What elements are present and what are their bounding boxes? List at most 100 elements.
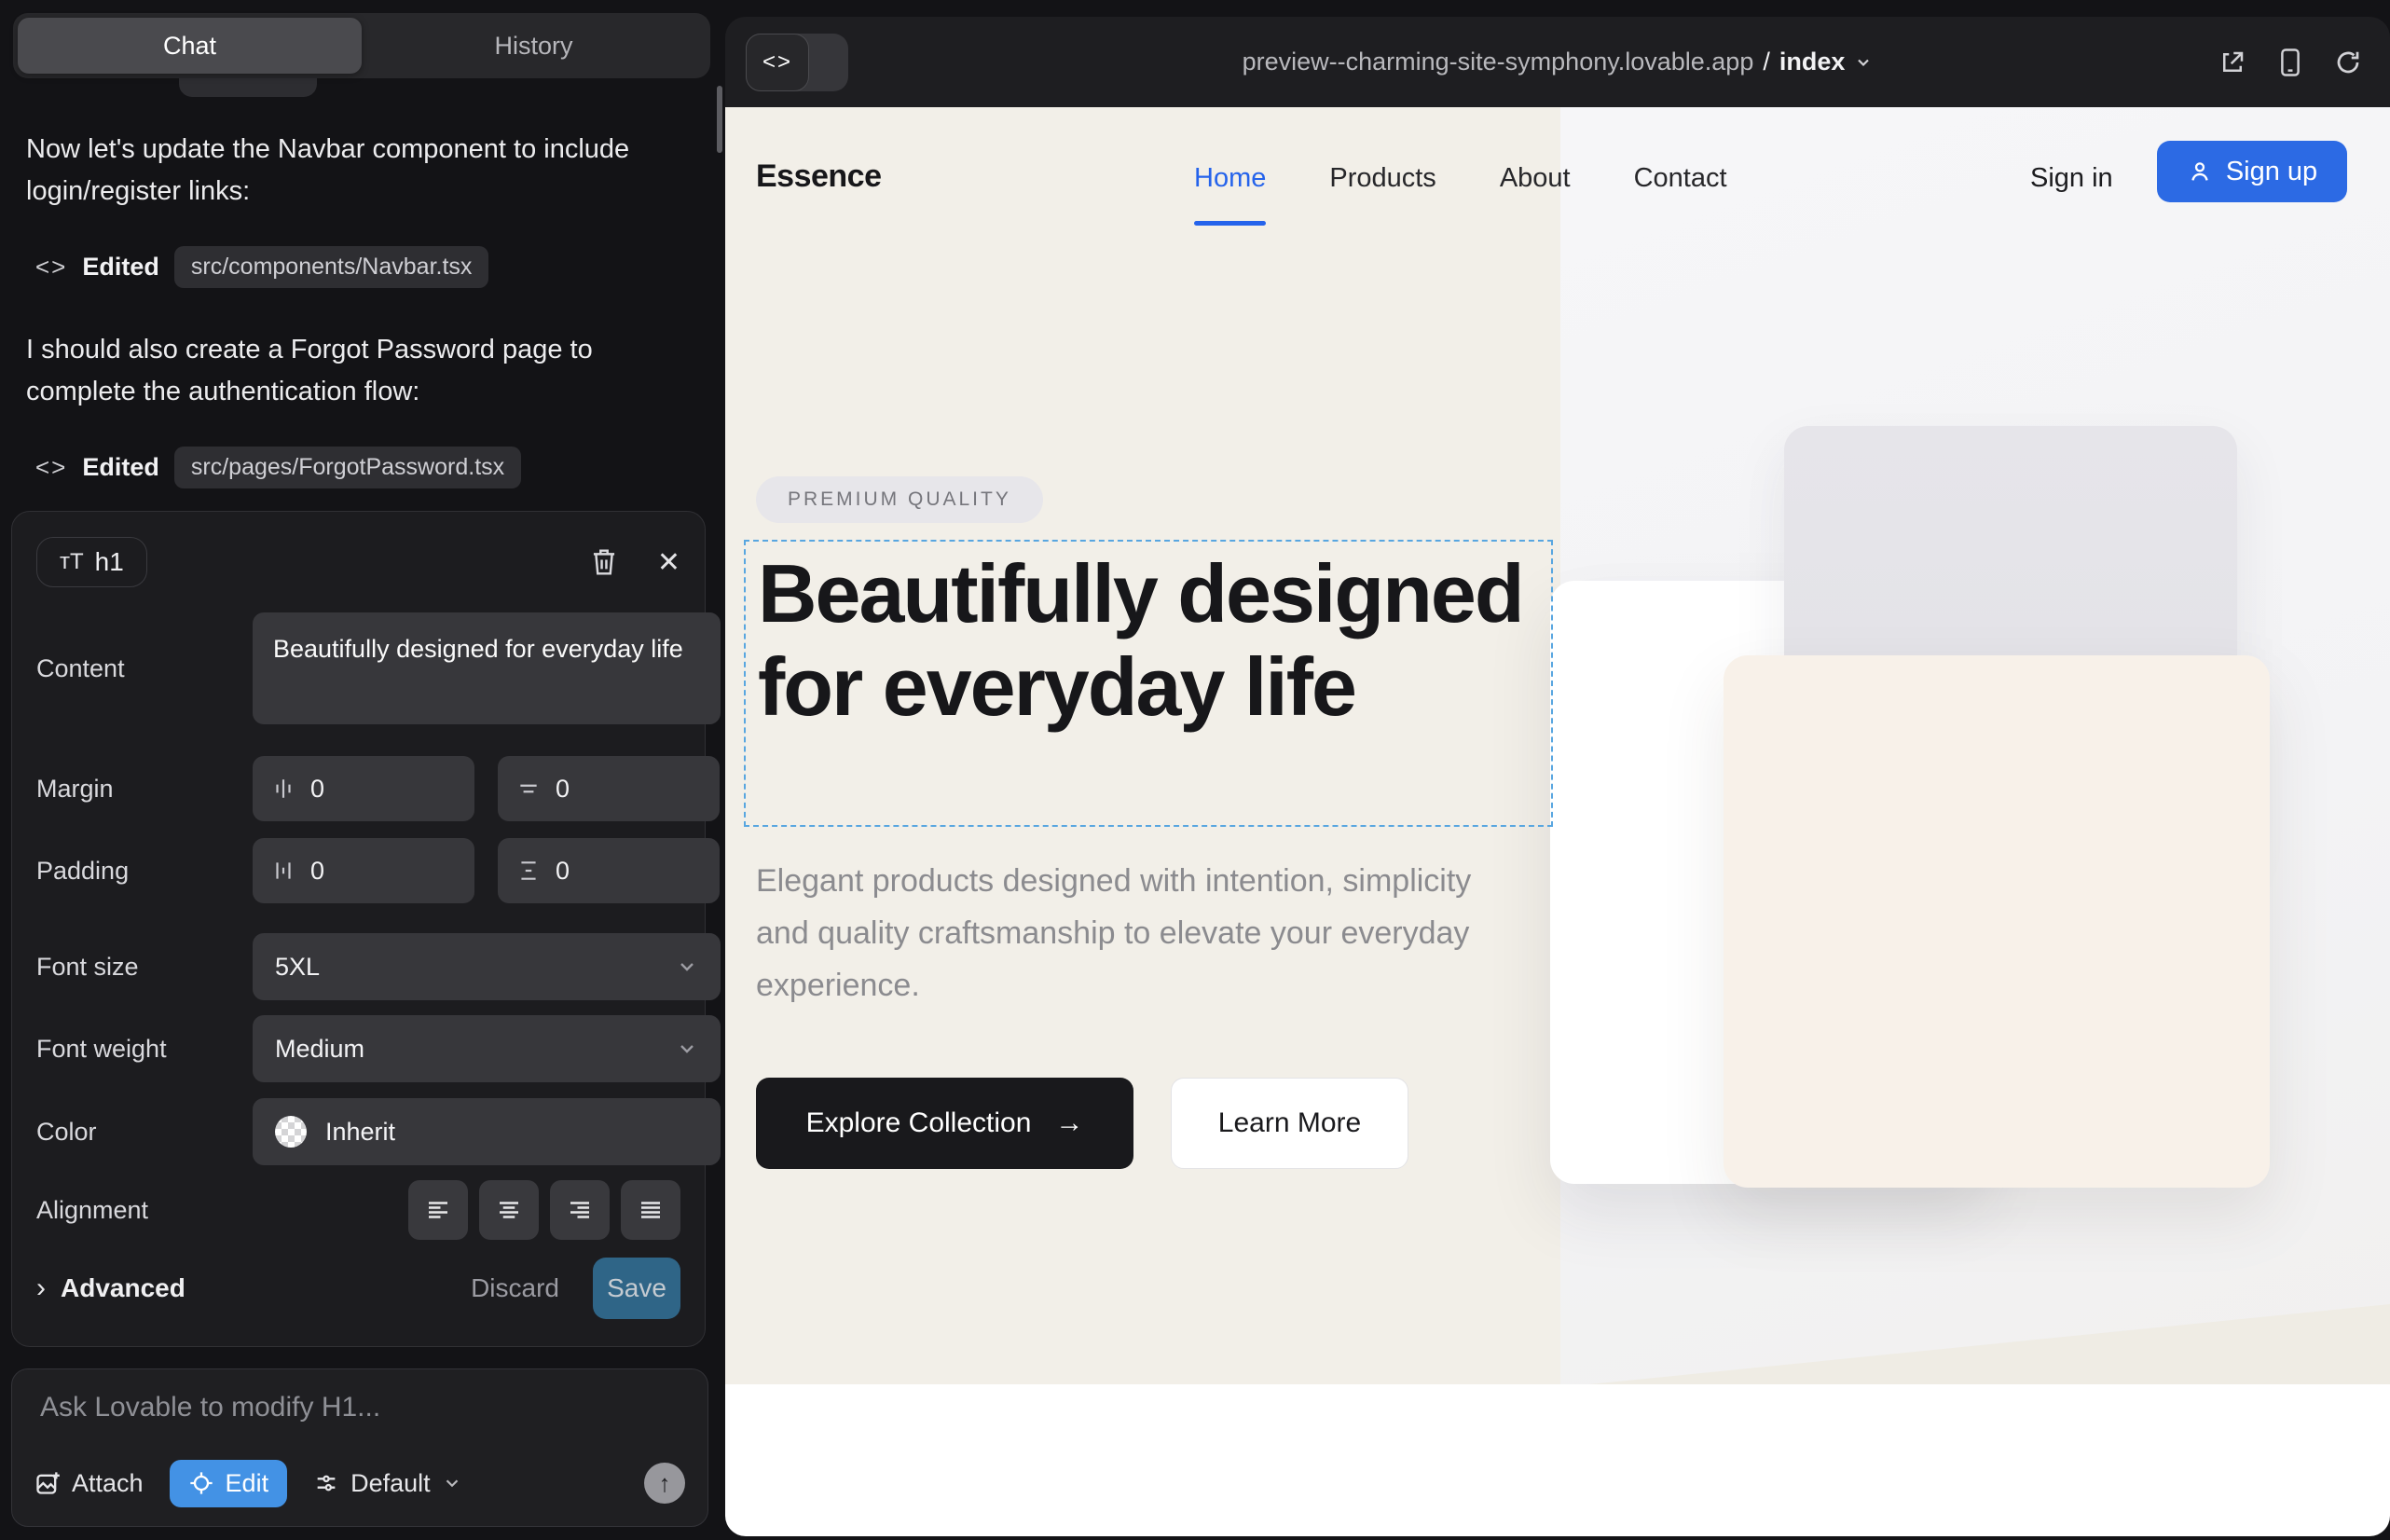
person-icon: [2187, 158, 2213, 185]
code-icon: <>: [35, 253, 67, 282]
browser-chrome: <> preview--charming-site-symphony.lovab…: [725, 17, 2390, 107]
padding-y-input[interactable]: 0: [498, 838, 720, 903]
padding-horizontal-icon: [271, 859, 295, 883]
editor-header: тT h1 ✕: [36, 532, 680, 592]
chat-composer: Attach Edit: [11, 1368, 708, 1527]
arrow-right-icon: →: [1055, 1107, 1083, 1139]
premium-quality-badge: PREMIUM QUALITY: [756, 476, 1043, 523]
edited-label: Edited: [82, 253, 159, 282]
open-external-button[interactable]: [2218, 48, 2246, 76]
hero-heading[interactable]: Beautifully designed for everyday life: [758, 547, 1541, 734]
align-center-button[interactable]: [479, 1180, 539, 1240]
align-left-icon: [424, 1196, 452, 1224]
arrow-up-icon: ↑: [659, 1469, 671, 1498]
composer-toolbar: Attach Edit: [34, 1457, 685, 1509]
lovable-app: Chat History Now let's update the Navbar…: [0, 0, 2390, 1540]
edit-mode-button[interactable]: Edit: [170, 1460, 288, 1507]
font-size-label: Font size: [36, 953, 139, 982]
content-label: Content: [36, 654, 125, 683]
edited-file-pill[interactable]: src/components/Navbar.tsx: [174, 246, 489, 288]
attach-button[interactable]: Attach: [34, 1469, 144, 1498]
nav-link-contact[interactable]: Contact: [1634, 163, 1727, 194]
close-icon: ✕: [657, 546, 680, 579]
h1-selection-outline[interactable]: Beautifully designed for everyday life: [744, 540, 1553, 827]
close-editor-button[interactable]: ✕: [657, 546, 680, 579]
save-button[interactable]: Save: [593, 1258, 680, 1319]
hero-paragraph: Elegant products designed with intention…: [756, 855, 1511, 1011]
chevron-down-icon: [442, 1473, 462, 1493]
edited-file-pill[interactable]: src/pages/ForgotPassword.tsx: [174, 447, 521, 488]
chevron-down-icon: [1854, 53, 1873, 72]
edited-file-row: <> Edited src/components/Navbar.tsx: [35, 246, 660, 288]
padding-x-input[interactable]: 0: [253, 838, 474, 903]
site-navbar: Essence Home Products About Contact Sign…: [725, 107, 2390, 247]
composer-input[interactable]: [40, 1392, 674, 1440]
refresh-icon: [2334, 48, 2362, 76]
color-label: Color: [36, 1118, 97, 1147]
content-input[interactable]: Beautifully designed for everyday life: [253, 612, 721, 724]
attach-image-icon: [34, 1470, 61, 1496]
send-button[interactable]: ↑: [644, 1463, 685, 1504]
sign-in-link[interactable]: Sign in: [2030, 163, 2113, 194]
margin-vertical-icon: [516, 777, 541, 801]
sliders-icon: [313, 1470, 339, 1496]
url-separator: /: [1763, 48, 1770, 76]
transparency-swatch-icon: [275, 1116, 307, 1148]
url-host: preview--charming-site-symphony.lovable.…: [1243, 48, 1754, 76]
chat-sidebar: Chat History Now let's update the Navbar…: [0, 0, 725, 1540]
align-justify-icon: [637, 1196, 665, 1224]
sidebar-tabbar: Chat History: [13, 13, 710, 78]
site-logo[interactable]: Essence: [756, 158, 882, 195]
font-weight-select[interactable]: Medium: [253, 1015, 721, 1082]
margin-x-input[interactable]: 0: [253, 756, 474, 821]
nav-link-home[interactable]: Home: [1194, 163, 1266, 194]
explore-collection-button[interactable]: Explore Collection →: [756, 1078, 1133, 1169]
chat-messages: Now let's update the Navbar component to…: [26, 129, 660, 529]
margin-y-input[interactable]: 0: [498, 756, 720, 821]
edited-label: Edited: [82, 453, 159, 482]
element-editor-panel: тT h1 ✕: [11, 511, 706, 1347]
mobile-preview-button[interactable]: [2278, 48, 2302, 77]
align-right-button[interactable]: [550, 1180, 610, 1240]
padding-field-row: Padding 0 0: [36, 838, 680, 903]
site-viewport: Essence Home Products About Contact Sign…: [725, 107, 2390, 1536]
margin-field-row: Margin 0 0: [36, 756, 680, 821]
tab-history[interactable]: History: [362, 18, 706, 74]
margin-horizontal-icon: [271, 777, 295, 801]
align-justify-button[interactable]: [621, 1180, 680, 1240]
font-weight-field-row: Font weight Medium: [36, 1015, 680, 1082]
editor-footer-row: › Advanced Discard Save: [36, 1258, 680, 1319]
margin-label: Margin: [36, 775, 114, 804]
type-icon: тT: [60, 549, 84, 575]
advanced-toggle[interactable]: Advanced: [61, 1273, 185, 1303]
chat-message: I should also create a Forgot Password p…: [26, 329, 641, 413]
default-mode-button[interactable]: Default: [313, 1469, 462, 1498]
discard-button[interactable]: Discard: [471, 1273, 559, 1303]
chat-scrollbar[interactable]: [717, 86, 722, 153]
element-tag-label: h1: [95, 547, 124, 577]
nav-link-about[interactable]: About: [1500, 163, 1571, 194]
content-field-row: Content Beautifully designed for everyda…: [36, 612, 680, 724]
decorative-card-cream: [1724, 655, 2270, 1188]
trash-icon: [590, 547, 618, 577]
padding-vertical-icon: [516, 859, 541, 883]
tab-chat[interactable]: Chat: [18, 18, 362, 74]
align-left-button[interactable]: [408, 1180, 468, 1240]
align-right-icon: [566, 1196, 594, 1224]
padding-label: Padding: [36, 857, 129, 886]
refresh-button[interactable]: [2334, 48, 2362, 76]
align-center-icon: [495, 1196, 523, 1224]
code-icon: <>: [35, 453, 67, 482]
font-size-select[interactable]: 5XL: [253, 933, 721, 1000]
delete-element-button[interactable]: [590, 547, 618, 577]
url-bar[interactable]: preview--charming-site-symphony.lovable.…: [725, 17, 2390, 107]
mobile-device-icon: [2278, 48, 2302, 77]
sign-up-button[interactable]: Sign up: [2157, 141, 2347, 202]
chevron-right-icon: ›: [36, 1272, 46, 1304]
url-path: index: [1779, 48, 1846, 76]
nav-link-products[interactable]: Products: [1329, 163, 1435, 194]
element-tag-badge[interactable]: тT h1: [36, 537, 147, 587]
learn-more-button[interactable]: Learn More: [1171, 1078, 1408, 1169]
color-select[interactable]: Inherit: [253, 1098, 721, 1165]
preview-browser-frame: <> preview--charming-site-symphony.lovab…: [725, 17, 2390, 1536]
